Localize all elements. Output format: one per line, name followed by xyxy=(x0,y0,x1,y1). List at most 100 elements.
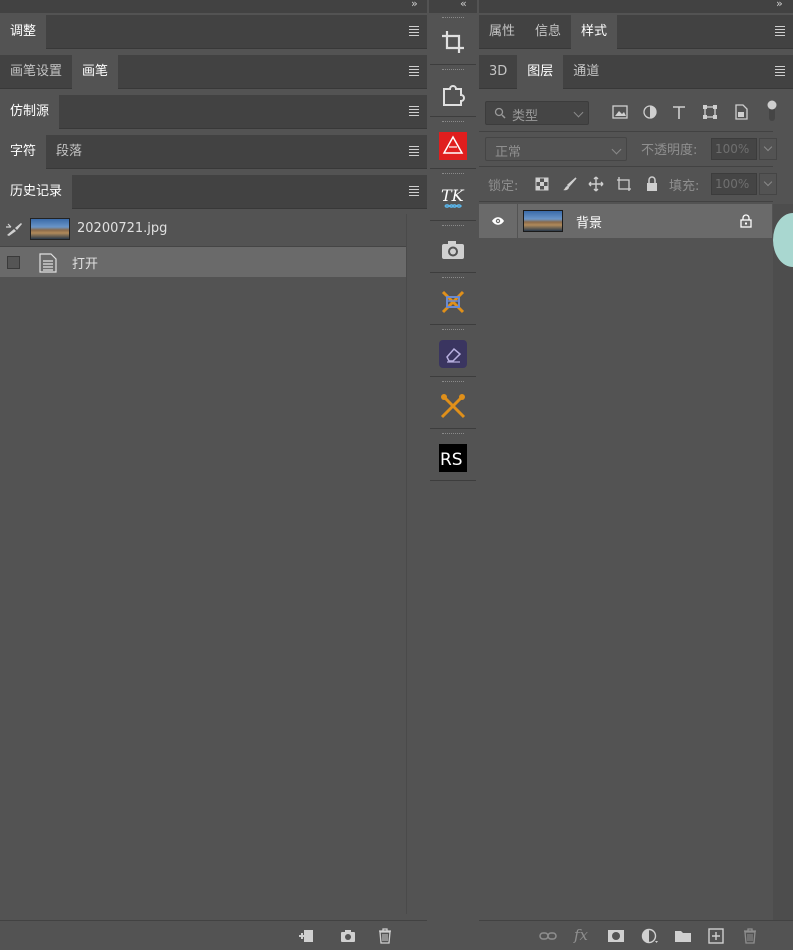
collapse-arrows-icon[interactable]: ›› xyxy=(411,0,418,10)
tab-channels[interactable]: 通道 xyxy=(563,55,609,89)
red-mountain-plugin-icon[interactable] xyxy=(439,132,467,160)
eraser-plugin-icon[interactable] xyxy=(439,340,467,368)
middle-collapse-strip[interactable]: ‹‹ xyxy=(429,0,477,13)
tab-brush[interactable]: 画笔 xyxy=(72,55,119,89)
layer-filter-row: 类型 xyxy=(479,95,777,131)
blend-opacity-row: 正常 不透明度: 100% xyxy=(479,132,777,166)
smart-object-filter-icon[interactable] xyxy=(733,104,749,120)
clone-source-panel-tabs: 仿制源 xyxy=(0,95,427,129)
tool-eraser-plugin[interactable] xyxy=(430,326,476,377)
tab-history[interactable]: 历史记录 xyxy=(0,175,73,209)
panel-menu-icon[interactable] xyxy=(409,66,419,76)
tool-camera[interactable] xyxy=(430,222,476,273)
lock-transparent-pixels-icon[interactable] xyxy=(534,176,550,192)
layer-thumbnail xyxy=(523,210,563,232)
lock-icon[interactable] xyxy=(740,214,752,228)
layer-name[interactable]: 背景 xyxy=(576,212,602,231)
history-snapshot-row[interactable]: 20200721.jpg xyxy=(0,214,406,244)
lock-label: 锁定: xyxy=(488,179,519,194)
snapshot-thumbnail xyxy=(30,218,70,240)
tab-properties[interactable]: 属性 xyxy=(479,15,525,49)
tab-layers[interactable]: 图层 xyxy=(517,55,564,89)
panel-menu-icon[interactable] xyxy=(775,66,785,76)
panel-menu-icon[interactable] xyxy=(409,186,419,196)
lock-all-icon[interactable] xyxy=(644,176,660,192)
expand-arrows-icon[interactable]: ‹‹ xyxy=(460,0,467,10)
left-panel-dock: ›› 调整 画笔设置 画笔 仿制源 字符 段落 历史记录 20200721.jp… xyxy=(0,0,427,950)
history-step-label: 打开 xyxy=(72,257,99,272)
tool-red-plugin[interactable] xyxy=(430,118,476,169)
history-step-row[interactable]: 打开 xyxy=(0,247,406,277)
lock-fill-row: 锁定: 填充: 100% xyxy=(479,167,777,201)
tab-3d[interactable]: 3D xyxy=(479,55,517,89)
adjustment-filter-icon[interactable] xyxy=(642,104,658,120)
tool-rs[interactable]: RS xyxy=(430,430,476,481)
search-icon xyxy=(494,107,506,119)
tool-crossed-tools[interactable] xyxy=(430,378,476,429)
panel-menu-icon[interactable] xyxy=(409,146,419,156)
crossed-tools-plugin-icon[interactable] xyxy=(439,392,467,420)
layer-row-background[interactable]: 背景 xyxy=(479,204,772,238)
rs-plugin-icon[interactable]: RS xyxy=(439,444,467,472)
tab-character[interactable]: 字符 xyxy=(0,135,47,169)
tool-puzzle[interactable] xyxy=(430,66,476,117)
link-layers-icon[interactable] xyxy=(539,928,557,944)
brush-panel-tabs: 画笔设置 画笔 xyxy=(0,55,427,89)
trash-icon[interactable] xyxy=(377,928,393,944)
fill-dropdown[interactable] xyxy=(759,173,777,195)
tab-info[interactable]: 信息 xyxy=(525,15,571,49)
document-icon xyxy=(39,253,57,273)
history-scrollbar[interactable] xyxy=(406,214,407,914)
eye-visibility-icon[interactable] xyxy=(491,216,505,226)
puzzle-plugin-icon[interactable] xyxy=(439,80,467,108)
tab-brush-settings[interactable]: 画笔设置 xyxy=(0,55,72,89)
tool-crossed-brushes[interactable] xyxy=(430,274,476,325)
panel-menu-icon[interactable] xyxy=(775,26,785,36)
left-collapse-strip[interactable]: ›› xyxy=(0,0,427,13)
history-bottom-bar xyxy=(0,920,427,950)
new-adjustment-layer-icon[interactable] xyxy=(641,928,659,944)
layers-bottom-bar: fx xyxy=(479,920,793,950)
layers-scrollbar[interactable] xyxy=(773,204,793,920)
plugin-tool-strip: ‹‹ TK RS xyxy=(429,0,477,950)
add-mask-icon[interactable] xyxy=(607,928,625,944)
tab-adjustments[interactable]: 调整 xyxy=(0,15,47,49)
tab-paragraph[interactable]: 段落 xyxy=(46,135,92,169)
opacity-input[interactable]: 100% xyxy=(711,138,757,160)
image-filter-icon[interactable] xyxy=(612,104,628,120)
new-document-from-state-icon[interactable] xyxy=(298,928,314,944)
shape-filter-icon[interactable] xyxy=(702,104,718,120)
history-brush-source-icon[interactable] xyxy=(5,221,23,237)
history-panel-tabs: 历史记录 xyxy=(0,175,427,209)
crop-icon[interactable] xyxy=(439,28,467,56)
fill-input[interactable]: 100% xyxy=(711,173,757,195)
adjustments-panel-tabs: 调整 xyxy=(0,15,427,49)
tk-plugin-icon[interactable]: TK xyxy=(439,184,467,212)
history-step-checkbox[interactable] xyxy=(7,256,20,269)
filter-kind-select[interactable]: 类型 xyxy=(485,101,589,125)
tab-clone-source[interactable]: 仿制源 xyxy=(0,95,60,129)
camera-icon[interactable] xyxy=(340,928,356,944)
tool-crop[interactable] xyxy=(430,14,476,65)
panel-menu-icon[interactable] xyxy=(409,106,419,116)
tab-styles[interactable]: 样式 xyxy=(571,15,618,49)
lock-artboard-icon[interactable] xyxy=(616,176,632,192)
delete-layer-icon[interactable] xyxy=(741,928,759,944)
opacity-dropdown[interactable] xyxy=(759,138,777,160)
panel-menu-icon[interactable] xyxy=(409,26,419,36)
tool-tk[interactable]: TK xyxy=(430,170,476,221)
new-layer-icon[interactable] xyxy=(707,928,725,944)
camera-icon[interactable] xyxy=(439,236,467,264)
type-filter-icon[interactable] xyxy=(671,104,687,120)
lock-position-icon[interactable] xyxy=(588,176,604,192)
fx-icon[interactable]: fx xyxy=(574,926,588,944)
crossed-brushes-plugin-icon[interactable] xyxy=(439,288,467,316)
new-group-icon[interactable] xyxy=(674,928,692,944)
svg-text:TK: TK xyxy=(441,186,465,205)
blend-mode-select[interactable]: 正常 xyxy=(485,137,627,161)
lock-image-pixels-icon[interactable] xyxy=(562,176,578,192)
right-collapse-strip[interactable]: ›› xyxy=(479,0,793,13)
filter-toggle-icon[interactable] xyxy=(767,100,777,122)
character-panel-tabs: 字符 段落 xyxy=(0,135,427,169)
collapse-arrows-icon[interactable]: ›› xyxy=(776,0,783,10)
